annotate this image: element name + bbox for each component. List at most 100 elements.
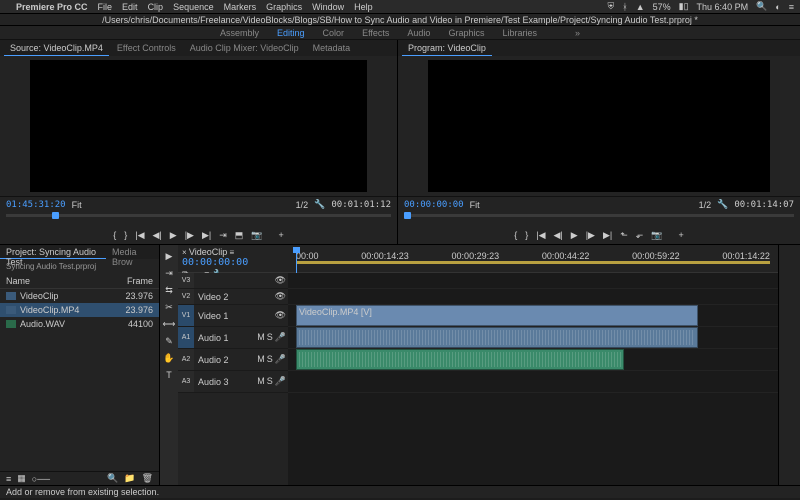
menu-sequence[interactable]: Sequence bbox=[173, 2, 214, 12]
prev-icon[interactable]: |◀ bbox=[135, 230, 144, 241]
tab-media-browser[interactable]: Media Brow bbox=[106, 245, 159, 259]
eye-icon[interactable]: 👁 bbox=[275, 310, 286, 321]
add-button-icon[interactable]: + bbox=[679, 230, 684, 240]
step-back-icon[interactable]: ◀| bbox=[153, 230, 162, 241]
new-bin-icon[interactable]: 📁 bbox=[124, 473, 135, 484]
tab-program[interactable]: Program: VideoClip bbox=[402, 41, 492, 56]
bluetooth-icon[interactable]: ᚼ bbox=[622, 2, 627, 12]
ws-graphics[interactable]: Graphics bbox=[448, 28, 484, 38]
zoom-slider[interactable]: ○── bbox=[32, 474, 50, 484]
project-item[interactable]: VideoClip23.976 bbox=[0, 289, 159, 303]
selection-tool-icon[interactable]: ▶ bbox=[166, 251, 173, 262]
menu-markers[interactable]: Markers bbox=[224, 2, 257, 12]
program-scrubber[interactable] bbox=[398, 212, 800, 226]
project-item[interactable]: VideoClip.MP423.976 bbox=[0, 303, 159, 317]
a1-toggle[interactable]: A1 bbox=[178, 327, 194, 348]
insert-icon[interactable]: ⇥ bbox=[219, 230, 227, 241]
list-view-icon[interactable]: ≡ bbox=[6, 474, 11, 484]
mark-out-icon[interactable]: } bbox=[124, 230, 127, 240]
razor-tool-icon[interactable]: ✂ bbox=[165, 302, 173, 313]
mark-in-icon[interactable]: { bbox=[514, 230, 517, 240]
audio-clip[interactable] bbox=[296, 349, 624, 370]
v2-toggle[interactable]: V2 bbox=[178, 289, 194, 304]
solo-icon[interactable]: S bbox=[267, 354, 273, 365]
next-icon[interactable]: ▶| bbox=[603, 230, 612, 241]
mute-icon[interactable]: M bbox=[257, 376, 265, 387]
icon-view-icon[interactable]: ▦ bbox=[17, 473, 26, 484]
ws-audio[interactable]: Audio bbox=[407, 28, 430, 38]
wrench-icon[interactable]: 🔧 bbox=[314, 199, 325, 210]
video-clip[interactable]: VideoClip.MP4 [V] bbox=[296, 305, 698, 326]
menu-icon[interactable]: ≡ bbox=[789, 2, 794, 12]
type-tool-icon[interactable]: T bbox=[166, 370, 172, 380]
a2-toggle[interactable]: A2 bbox=[178, 349, 194, 370]
v3-toggle[interactable]: V3 bbox=[178, 273, 194, 288]
mark-out-icon[interactable]: } bbox=[525, 230, 528, 240]
tab-audio-mixer[interactable]: Audio Clip Mixer: VideoClip bbox=[184, 41, 305, 55]
source-scrubber[interactable] bbox=[0, 212, 397, 226]
eye-icon[interactable]: 👁 bbox=[275, 291, 286, 302]
ws-overflow-icon[interactable]: » bbox=[575, 28, 580, 38]
sequence-name[interactable]: VideoClip bbox=[189, 247, 227, 257]
menu-clip[interactable]: Clip bbox=[148, 2, 164, 12]
program-ratio[interactable]: 1/2 bbox=[699, 200, 712, 210]
mark-in-icon[interactable]: { bbox=[113, 230, 116, 240]
mute-icon[interactable]: M bbox=[257, 332, 265, 343]
tab-source[interactable]: Source: VideoClip.MP4 bbox=[4, 41, 109, 56]
program-tc-in[interactable]: 00:00:00:00 bbox=[404, 200, 464, 210]
source-viewer[interactable] bbox=[30, 60, 367, 192]
solo-icon[interactable]: S bbox=[267, 332, 273, 343]
source-fit[interactable]: Fit bbox=[72, 200, 82, 210]
wrench-icon[interactable]: 🔧 bbox=[717, 199, 728, 210]
col-name[interactable]: Name bbox=[6, 276, 127, 286]
source-ratio[interactable]: 1/2 bbox=[296, 200, 309, 210]
step-back-icon[interactable]: ◀| bbox=[554, 230, 563, 241]
a3-toggle[interactable]: A3 bbox=[178, 371, 194, 392]
ws-assembly[interactable]: Assembly bbox=[220, 28, 259, 38]
col-frame[interactable]: Frame bbox=[127, 276, 153, 286]
step-fwd-icon[interactable]: |▶ bbox=[185, 230, 194, 241]
ripple-tool-icon[interactable]: ⇆ bbox=[165, 285, 173, 296]
overwrite-icon[interactable]: ⬒ bbox=[235, 230, 244, 241]
mic-icon[interactable]: 🎤 bbox=[275, 354, 286, 365]
user-icon[interactable]: ◐ bbox=[775, 2, 780, 12]
extract-icon[interactable]: ⬐ bbox=[636, 230, 644, 241]
timeline-tc[interactable]: 00:00:00:00 bbox=[182, 257, 284, 268]
add-button-icon[interactable]: + bbox=[279, 230, 284, 240]
project-item[interactable]: Audio.WAV44100 bbox=[0, 317, 159, 331]
wifi-icon[interactable]: ▲ bbox=[636, 2, 645, 12]
timeline-ruler[interactable]: 00:00 00:00:14:23 00:00:29:23 00:00:44:2… bbox=[288, 245, 778, 272]
ws-effects[interactable]: Effects bbox=[362, 28, 389, 38]
export-frame-icon[interactable]: 📷 bbox=[251, 230, 262, 241]
ws-color[interactable]: Color bbox=[323, 28, 345, 38]
eye-icon[interactable]: 👁 bbox=[275, 275, 286, 286]
menu-window[interactable]: Window bbox=[312, 2, 344, 12]
program-viewer[interactable] bbox=[428, 60, 770, 192]
app-name[interactable]: Premiere Pro CC bbox=[16, 2, 88, 12]
next-icon[interactable]: ▶| bbox=[202, 230, 211, 241]
lift-icon[interactable]: ⬑ bbox=[620, 230, 628, 241]
audio-clip[interactable] bbox=[296, 327, 698, 348]
spotlight-icon[interactable]: 🔍 bbox=[756, 1, 767, 12]
menu-edit[interactable]: Edit bbox=[122, 2, 138, 12]
step-fwd-icon[interactable]: |▶ bbox=[586, 230, 595, 241]
mic-icon[interactable]: 🎤 bbox=[275, 376, 286, 387]
shield-icon[interactable]: ⛨ bbox=[608, 1, 615, 12]
mute-icon[interactable]: M bbox=[257, 354, 265, 365]
export-frame-icon[interactable]: 📷 bbox=[651, 230, 662, 241]
work-area-bar[interactable] bbox=[296, 261, 770, 264]
pen-tool-icon[interactable]: ✎ bbox=[165, 336, 173, 347]
clock[interactable]: Thu 6:40 PM bbox=[697, 2, 749, 12]
tab-effect-controls[interactable]: Effect Controls bbox=[111, 41, 182, 55]
search-icon[interactable]: 🔍 bbox=[107, 473, 118, 484]
timeline-tracks[interactable]: VideoClip.MP4 [V] bbox=[288, 273, 778, 485]
source-tc-in[interactable]: 01:45:31:20 bbox=[6, 200, 66, 210]
program-fit[interactable]: Fit bbox=[470, 200, 480, 210]
menu-graphics[interactable]: Graphics bbox=[266, 2, 302, 12]
mic-icon[interactable]: 🎤 bbox=[275, 332, 286, 343]
menu-file[interactable]: File bbox=[98, 2, 113, 12]
menu-help[interactable]: Help bbox=[354, 2, 373, 12]
solo-icon[interactable]: S bbox=[267, 376, 273, 387]
play-icon[interactable]: ▶ bbox=[571, 230, 578, 241]
track-select-tool-icon[interactable]: ⇥ bbox=[165, 268, 173, 279]
